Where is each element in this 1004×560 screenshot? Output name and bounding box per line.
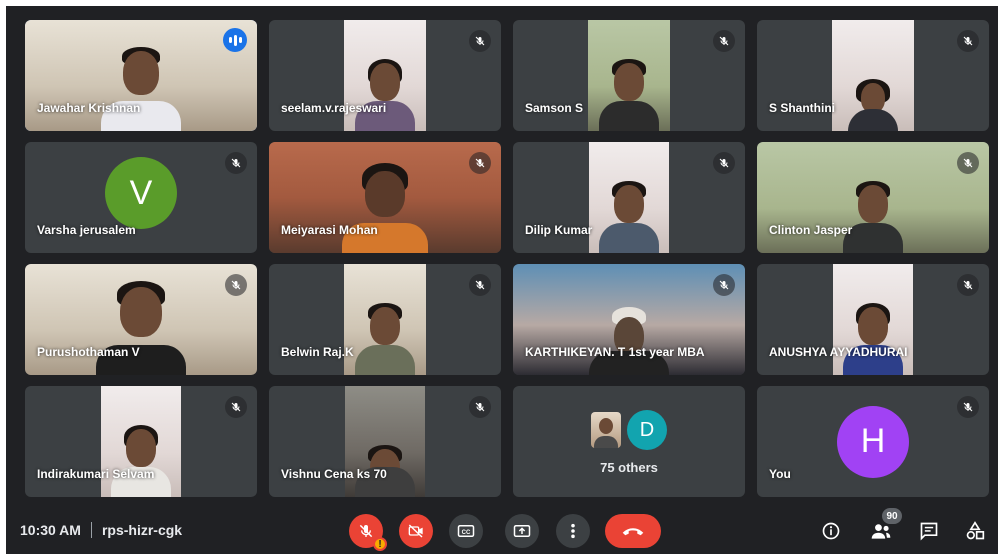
activities-icon bbox=[966, 521, 985, 540]
others-avatars: D bbox=[591, 410, 667, 450]
participant-tile-vishnu-cena-ks-70[interactable]: Vishnu Cena ks 70 bbox=[269, 386, 501, 497]
mic-off-icon bbox=[225, 274, 247, 296]
mic-off-icon bbox=[469, 30, 491, 52]
participant-name: Vishnu Cena ks 70 bbox=[281, 467, 387, 481]
mic-off-icon bbox=[359, 524, 373, 538]
mic-off-icon bbox=[957, 152, 979, 174]
meeting-code: rps-hizr-cgk bbox=[101, 522, 183, 538]
meeting-details: 10:30 AM rps-hizr-cgk bbox=[20, 522, 182, 538]
present-now-button[interactable] bbox=[505, 514, 539, 548]
participant-name: Samson S bbox=[525, 101, 584, 115]
avatar: V bbox=[105, 157, 177, 230]
mic-off-icon bbox=[713, 152, 735, 174]
participant-tile-dilip-kumar[interactable]: Dilip Kumar bbox=[513, 142, 745, 253]
people-count-badge: 90 bbox=[882, 508, 902, 524]
mic-warning-icon: ! bbox=[373, 537, 387, 551]
participant-figure bbox=[589, 305, 669, 375]
chat-icon bbox=[920, 522, 938, 541]
participant-name: Clinton Jasper bbox=[769, 223, 853, 237]
microphone-toggle-button[interactable]: ! bbox=[349, 514, 387, 551]
participant-tile-purushothaman-v[interactable]: Purushothaman V bbox=[25, 264, 257, 375]
participant-tile-seelam-v-rajeswari[interactable]: seelam.v.rajeswari bbox=[269, 20, 501, 131]
participant-name: Belwin Raj.K bbox=[281, 345, 354, 359]
participant-name: Dilip Kumar bbox=[525, 223, 593, 237]
divider bbox=[90, 522, 92, 538]
participant-figure bbox=[599, 179, 659, 253]
speaking-indicator-icon bbox=[223, 28, 247, 52]
mic-off-icon bbox=[469, 152, 491, 174]
participant-video bbox=[588, 20, 670, 131]
participant-name: KARTHIKEYAN. T 1st year MBA bbox=[525, 345, 705, 359]
participant-video bbox=[589, 142, 669, 253]
participant-figure bbox=[111, 423, 171, 497]
mic-off-icon bbox=[469, 274, 491, 296]
others-avatar: D bbox=[627, 410, 667, 450]
participant-figure bbox=[843, 179, 903, 253]
people-icon bbox=[871, 524, 891, 539]
mic-off-icon bbox=[957, 396, 979, 418]
participant-figure bbox=[843, 301, 903, 375]
present-screen-icon bbox=[513, 525, 531, 537]
people-button[interactable]: 90 bbox=[868, 508, 902, 544]
participant-name: Purushothaman V bbox=[37, 345, 140, 359]
participant-name: ANUSHYA AYYADHURAI bbox=[769, 345, 908, 359]
participant-tile-meiyarasi-mohan[interactable]: Meiyarasi Mohan bbox=[269, 142, 501, 253]
more-options-button[interactable] bbox=[556, 514, 590, 548]
end-call-icon bbox=[622, 528, 644, 536]
participant-tile-clinton-jasper[interactable]: Clinton Jasper bbox=[757, 142, 989, 253]
svg-text:CC: CC bbox=[462, 530, 471, 536]
mic-off-icon bbox=[713, 274, 735, 296]
mic-off-icon bbox=[225, 152, 247, 174]
activities-button[interactable] bbox=[962, 518, 988, 544]
participant-name: S Shanthini bbox=[769, 101, 835, 115]
meeting-time: 10:30 AM bbox=[20, 522, 81, 538]
others-count-label: 75 others bbox=[600, 460, 658, 475]
participant-tile-varsha-jerusalem[interactable]: V Varsha jerusalem bbox=[25, 142, 257, 253]
captions-icon: CC bbox=[457, 525, 475, 537]
participant-tile-jawahar-krishnan[interactable]: Jawahar Krishnan bbox=[25, 20, 257, 131]
participant-figure bbox=[96, 279, 186, 375]
participant-name: Meiyarasi Mohan bbox=[281, 223, 378, 237]
participant-video bbox=[344, 264, 426, 375]
mic-off-icon bbox=[713, 30, 735, 52]
meeting-toolbar: 10:30 AM rps-hizr-cgk ! CC 90 bbox=[6, 508, 998, 554]
captions-button[interactable]: CC bbox=[449, 514, 483, 548]
participant-figure bbox=[342, 161, 428, 253]
leave-call-button[interactable] bbox=[605, 514, 661, 548]
participant-figure bbox=[101, 43, 181, 131]
others-photo-thumbnail bbox=[591, 412, 621, 448]
participant-name: Varsha jerusalem bbox=[37, 223, 136, 237]
participant-tile-karthikeyan-t[interactable]: KARTHIKEYAN. T 1st year MBA bbox=[513, 264, 745, 375]
participant-figure bbox=[355, 57, 415, 131]
others-tile[interactable]: D 75 others bbox=[513, 386, 745, 497]
participant-figure bbox=[848, 77, 898, 131]
participant-tile-indirakumari-selvam[interactable]: Indirakumari Selvam bbox=[25, 386, 257, 497]
participant-grid: Jawahar Krishnan seelam.v.rajeswari Sams… bbox=[25, 20, 989, 497]
participant-name: Indirakumari Selvam bbox=[37, 467, 155, 481]
more-options-icon bbox=[571, 523, 575, 539]
chat-button[interactable] bbox=[916, 518, 942, 544]
mic-off-icon bbox=[469, 396, 491, 418]
meet-window: Jawahar Krishnan seelam.v.rajeswari Sams… bbox=[6, 6, 998, 554]
participant-tile-anushya-ayyadhurai[interactable]: ANUSHYA AYYADHURAI bbox=[757, 264, 989, 375]
participant-name: You bbox=[769, 467, 791, 481]
participant-tile-belwin-raj-k[interactable]: Belwin Raj.K bbox=[269, 264, 501, 375]
camera-toggle-button[interactable] bbox=[399, 514, 433, 548]
camera-off-icon bbox=[408, 524, 423, 538]
participant-video bbox=[832, 20, 914, 131]
self-tile[interactable]: H You bbox=[757, 386, 989, 497]
meeting-info-button[interactable] bbox=[818, 518, 844, 544]
avatar: H bbox=[837, 405, 909, 478]
participant-name: Jawahar Krishnan bbox=[37, 101, 141, 115]
mic-off-icon bbox=[957, 274, 979, 296]
participant-tile-s-shanthini[interactable]: S Shanthini bbox=[757, 20, 989, 131]
mic-off-icon bbox=[225, 396, 247, 418]
participant-figure bbox=[355, 301, 415, 375]
participant-figure bbox=[599, 57, 659, 131]
participant-name: seelam.v.rajeswari bbox=[281, 101, 387, 115]
mic-off-icon bbox=[957, 30, 979, 52]
participant-tile-samson-s[interactable]: Samson S bbox=[513, 20, 745, 131]
info-icon bbox=[822, 522, 840, 540]
